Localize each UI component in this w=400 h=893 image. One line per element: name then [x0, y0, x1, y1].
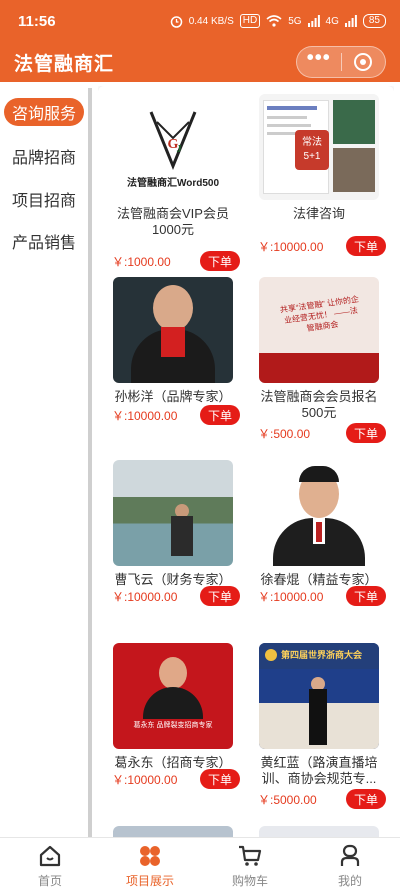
target-icon: [354, 53, 373, 71]
order-button[interactable]: 下单: [200, 586, 240, 606]
product-card[interactable]: 常法 5+1 法律咨询 ￥:10000.00 下单: [250, 94, 388, 277]
cart-icon: [239, 845, 262, 866]
battery-indicator: 85: [362, 14, 386, 28]
order-button[interactable]: 下单: [200, 405, 240, 425]
price-row: ￥:10000.00 下单: [258, 236, 388, 256]
product-card[interactable]: 徐春焜（精益专家） ￥:10000.00 下单: [250, 460, 388, 643]
order-button[interactable]: 下单: [346, 236, 386, 256]
product-name: 黄红蓝（路演直播培训、商协会规范专...: [260, 755, 378, 786]
order-button[interactable]: 下单: [346, 423, 386, 443]
product-name: 法管融商会会员报名500元: [260, 389, 378, 420]
product-image: [113, 460, 233, 566]
status-time: 11:56: [18, 12, 56, 30]
tab-cart[interactable]: 购物车: [200, 838, 300, 893]
status-bar: 11:56 0.44 KB/S HD 5G 4G 85: [0, 0, 400, 42]
product-card[interactable]: 第四届世界浙商大会 黄红蓝（路演直播培训、商协会规范专... ￥:5000.00…: [250, 643, 388, 826]
product-name: 孙彬洋（品牌专家）: [114, 389, 232, 404]
product-price: ￥:10000.00: [258, 589, 324, 604]
tab-label: 购物车: [231, 873, 268, 888]
product-image: 葛永东 品牌裂变招商专家: [113, 643, 233, 749]
product-image: [259, 460, 379, 566]
tab-label: 首页: [37, 873, 62, 888]
product-price: ￥:1000.00: [112, 254, 171, 269]
order-button[interactable]: 下单: [346, 789, 386, 809]
thumb-caption: 常法 5+1: [295, 130, 329, 170]
product-list[interactable]: G J 法管融商汇Word500 法管融商会VIP会员1000元 ￥:1000.…: [98, 86, 394, 837]
more-dots-icon: •••: [306, 47, 331, 69]
category-item-consulting[interactable]: 咨询服务: [4, 98, 84, 126]
sidebar-divider: [88, 88, 92, 837]
product-card[interactable]: 曹飞云（财务专家） ￥:10000.00 下单: [104, 460, 242, 643]
signal-bars-icon-2: [344, 15, 357, 27]
user-icon: [340, 844, 360, 866]
product-price: ￥:10000.00: [112, 589, 178, 604]
product-card[interactable]: 葛永东 品牌裂变招商专家 葛永东（招商专家） ￥:10000.00 下单: [104, 643, 242, 826]
product-price: ￥:500.00: [258, 426, 311, 441]
price-row: ￥:10000.00 下单: [112, 405, 242, 425]
tab-home[interactable]: 首页: [0, 838, 100, 893]
product-image: [113, 277, 233, 383]
category-item-product[interactable]: 产品销售: [0, 220, 88, 262]
svg-text:J: J: [177, 144, 182, 155]
mini-program-capsule: •••: [296, 46, 386, 78]
product-price: ￥:10000.00: [112, 408, 178, 423]
category-item-project[interactable]: 项目招商: [0, 178, 88, 220]
order-button[interactable]: 下单: [346, 586, 386, 606]
page-title: 法管融商汇: [14, 53, 115, 75]
product-price: ￥:5000.00: [258, 792, 317, 807]
tab-label: 项目展示: [125, 873, 174, 888]
order-button[interactable]: 下单: [200, 769, 240, 789]
tab-profile[interactable]: 我的: [300, 838, 400, 893]
thumb-caption: 葛永东 品牌裂变招商专家: [133, 722, 213, 729]
product-image: 共享“法管融” 让你的企业经营无忧！ ——法管融商会: [259, 277, 379, 383]
product-image: 第四届世界浙商大会: [259, 643, 379, 749]
product-card[interactable]: [104, 826, 242, 837]
thumb-caption: 第四届世界浙商大会: [281, 650, 363, 660]
close-mini-program-button[interactable]: [342, 47, 386, 77]
tab-bar: 首页 项目展示 购物车 我的: [0, 837, 400, 893]
product-name: 法律咨询: [292, 206, 345, 221]
price-row: ￥:1000.00 下单: [112, 251, 242, 271]
wifi-icon: [266, 15, 282, 27]
price-row: ￥:10000.00 下单: [112, 586, 242, 606]
signal-5g: 5G: [288, 15, 302, 27]
network-speed: 0.44 KB/S: [188, 15, 234, 27]
product-card[interactable]: 孙彬洋（品牌专家） ￥:10000.00 下单: [104, 277, 242, 460]
home-icon: [39, 845, 61, 866]
product-image: 常法 5+1: [259, 94, 379, 200]
price-row: ￥:10000.00 下单: [112, 769, 242, 789]
product-image: [259, 826, 379, 837]
price-row: ￥:500.00 下单: [258, 423, 388, 443]
thumb-caption: 共享“法管融” 让你的企业经营无忧！ ——法管融商会: [279, 294, 360, 334]
product-price: ￥:10000.00: [112, 772, 178, 787]
status-icons: 0.44 KB/S HD 5G 4G 85: [170, 14, 386, 28]
order-button[interactable]: 下单: [200, 251, 240, 271]
nav-bar: 法管融商汇 •••: [0, 42, 400, 82]
alarm-icon: [170, 15, 182, 28]
product-image: [113, 826, 233, 837]
product-price: ￥:10000.00: [258, 239, 324, 254]
product-grid: G J 法管融商汇Word500 法管融商会VIP会员1000元 ￥:1000.…: [98, 86, 394, 837]
grid-icon: [140, 845, 160, 866]
product-card[interactable]: 共享“法管融” 让你的企业经营无忧！ ——法管融商会 法管融商会会员报名500元…: [250, 277, 388, 460]
category-item-brand[interactable]: 品牌招商: [0, 134, 88, 178]
tab-label: 我的: [337, 873, 362, 888]
signal-bars-icon: [307, 15, 320, 27]
product-card[interactable]: [250, 826, 388, 837]
price-row: ￥:5000.00 下单: [258, 789, 388, 809]
product-card[interactable]: G J 法管融商汇Word500 法管融商会VIP会员1000元 ￥:1000.…: [104, 94, 242, 277]
product-image: G J 法管融商汇Word500: [113, 94, 233, 200]
tab-projects[interactable]: 项目展示: [100, 838, 200, 893]
thumb-caption: 法管融商汇Word500: [126, 178, 220, 189]
category-sidebar: 咨询服务 品牌招商 项目招商 产品销售: [0, 82, 88, 837]
product-name: 法管融商会VIP会员1000元: [117, 206, 229, 237]
price-row: ￥:10000.00 下单: [258, 586, 388, 606]
hd-badge: HD: [239, 14, 261, 28]
signal-4g: 4G: [325, 15, 339, 27]
more-menu-button[interactable]: •••: [297, 47, 341, 77]
